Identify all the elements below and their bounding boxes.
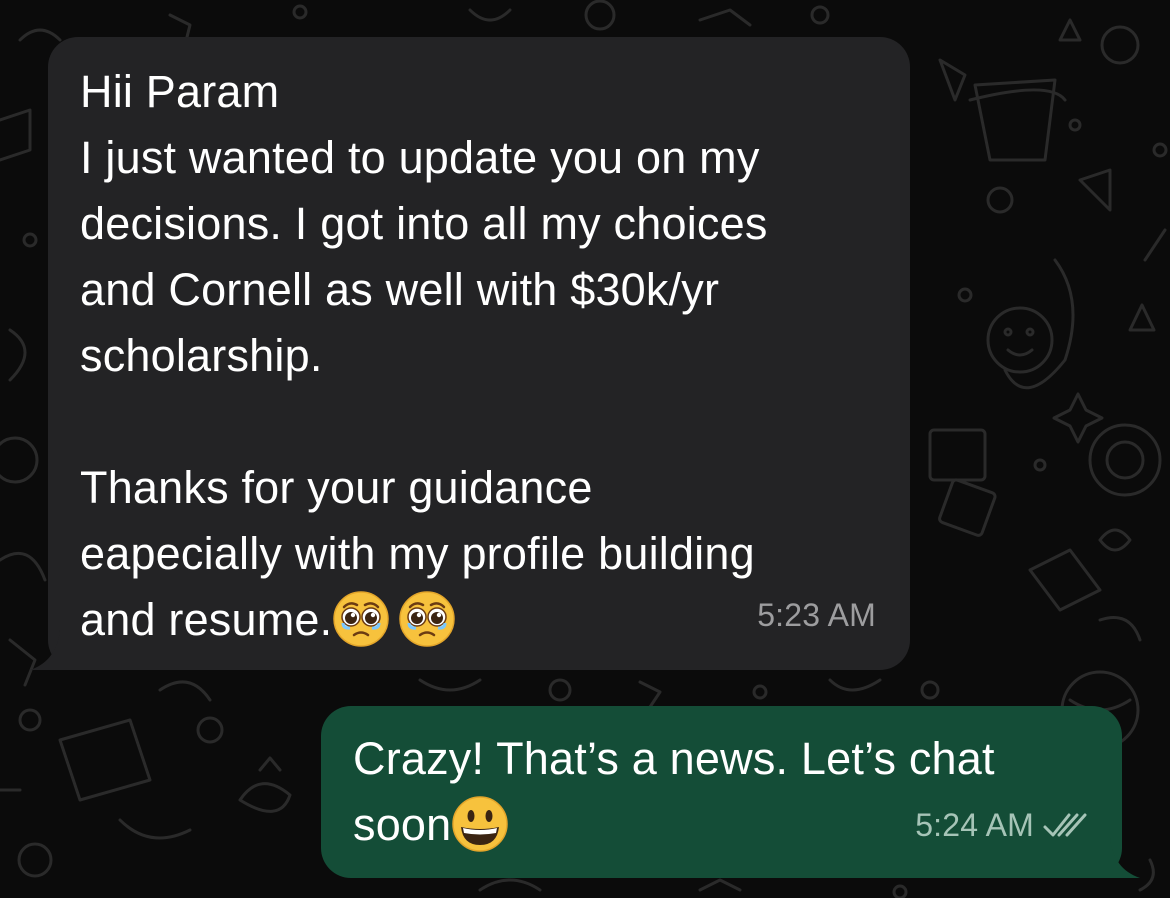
pleading-face-emoji-icon: [399, 591, 456, 647]
incoming-message-bubble[interactable]: Hii Param I just wanted to update you on…: [48, 37, 910, 670]
grinning-face-emoji-icon: [452, 796, 509, 852]
outgoing-message-bubble[interactable]: Crazy! That’s a news. Let’s chat soon 5:…: [321, 706, 1122, 878]
message-last-line: and resume.: [80, 587, 870, 653]
message-text-line: I just wanted to update you on my: [80, 132, 760, 183]
message-text-line: eapecially with my profile building: [80, 528, 755, 579]
double-check-read-icon: [1043, 813, 1087, 837]
message-text-line: Thanks for your guidance: [80, 462, 593, 513]
message-text-line: scholarship.: [80, 330, 323, 381]
message-meta: 5:24 AM: [915, 792, 1090, 858]
pleading-face-emoji-icon: [333, 591, 390, 647]
chat-message-list[interactable]: Hii Param I just wanted to update you on…: [0, 0, 1170, 898]
message-text-line: soon: [353, 799, 452, 850]
message-text-line: Hii Param: [80, 66, 280, 117]
message-text-line: and Cornell as well with $30k/yr: [80, 264, 720, 315]
message-timestamp: 5:24 AM: [915, 807, 1034, 843]
message-text-line: and resume.: [80, 594, 333, 645]
message-meta: 5:23 AM: [757, 582, 876, 648]
message-text-line: decisions. I got into all my choices: [80, 198, 768, 249]
message-text-line: Crazy! That’s a news. Let’s chat: [353, 733, 995, 784]
message-timestamp: 5:23 AM: [757, 597, 876, 633]
